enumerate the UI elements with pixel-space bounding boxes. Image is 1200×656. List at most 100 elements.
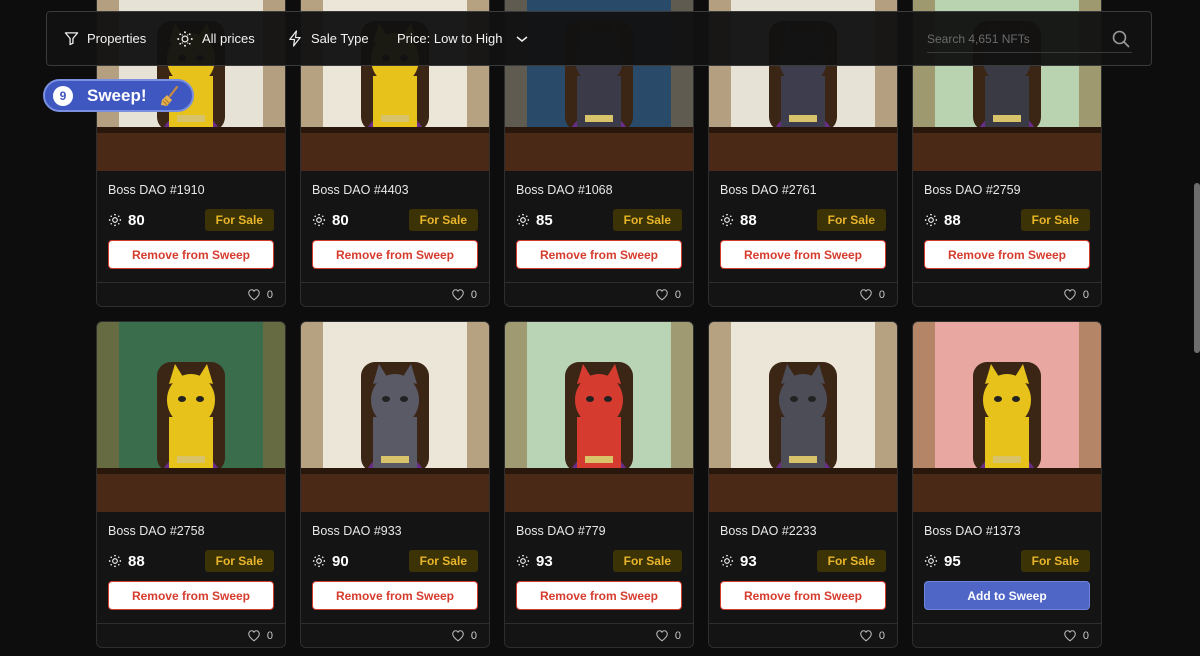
heart-icon[interactable] xyxy=(859,629,873,642)
sweep-button[interactable]: 9 Sweep! xyxy=(43,79,194,112)
add-to-sweep-button[interactable]: Add to Sweep xyxy=(924,581,1090,610)
price-row: 88 For Sale xyxy=(720,209,886,231)
remove-from-sweep-button[interactable]: Remove from Sweep xyxy=(924,240,1090,269)
nft-name[interactable]: Boss DAO #2761 xyxy=(720,183,897,199)
price-row: 85 For Sale xyxy=(516,209,682,231)
sort-dropdown[interactable]: Price: Low to High xyxy=(397,12,529,65)
remove-from-sweep-button[interactable]: Remove from Sweep xyxy=(312,581,478,610)
all-prices-filter[interactable]: All prices xyxy=(176,12,255,65)
nft-artwork xyxy=(301,322,489,512)
nft-image[interactable] xyxy=(505,322,693,512)
price-value: 88 xyxy=(128,552,145,570)
heart-icon[interactable] xyxy=(247,288,261,301)
heart-icon[interactable] xyxy=(655,288,669,301)
nft-card[interactable]: Boss DAO #1373 95 For Sale Add to Sweep … xyxy=(912,321,1102,648)
filter-bar: Properties All prices Sale Type Price: L… xyxy=(46,11,1152,66)
remove-from-sweep-button[interactable]: Remove from Sweep xyxy=(720,240,886,269)
remove-from-sweep-button[interactable]: Remove from Sweep xyxy=(516,581,682,610)
heart-icon[interactable] xyxy=(451,288,465,301)
nft-name[interactable]: Boss DAO #779 xyxy=(516,524,693,540)
nft-name[interactable]: Boss DAO #1373 xyxy=(924,524,1101,540)
nft-image[interactable] xyxy=(97,322,285,512)
sort-label: Price: Low to High xyxy=(397,31,503,46)
like-count: 0 xyxy=(470,288,477,301)
nft-name[interactable]: Boss DAO #2758 xyxy=(108,524,285,540)
heart-icon[interactable] xyxy=(1063,288,1077,301)
properties-filter[interactable]: Properties xyxy=(64,12,146,65)
card-footer: 0 xyxy=(301,623,489,647)
nft-grid: Boss DAO #1910 80 For Sale Remove from S… xyxy=(96,0,1102,648)
nft-name[interactable]: Boss DAO #4403 xyxy=(312,183,489,199)
properties-label: Properties xyxy=(87,31,147,46)
heart-icon[interactable] xyxy=(1063,629,1077,642)
ada-icon xyxy=(516,213,530,227)
heart-icon[interactable] xyxy=(859,288,873,301)
ada-icon xyxy=(312,554,326,568)
nft-card[interactable]: Boss DAO #2758 88 For Sale Remove from S… xyxy=(96,321,286,648)
nft-card[interactable]: Boss DAO #779 93 For Sale Remove from Sw… xyxy=(504,321,694,648)
sweep-label: Sweep! xyxy=(87,85,147,105)
nft-name[interactable]: Boss DAO #2759 xyxy=(924,183,1101,199)
like-count: 0 xyxy=(266,629,273,642)
ada-icon xyxy=(177,30,193,47)
price: 88 xyxy=(108,553,145,570)
like-count: 0 xyxy=(674,288,681,301)
price-row: 90 For Sale xyxy=(312,550,478,572)
nft-name[interactable]: Boss DAO #2233 xyxy=(720,524,897,540)
card-footer: 0 xyxy=(505,282,693,306)
heart-icon[interactable] xyxy=(655,629,669,642)
price-value: 93 xyxy=(536,552,553,570)
heart-icon[interactable] xyxy=(247,629,261,642)
chevron-down-icon xyxy=(516,35,527,42)
nft-name[interactable]: Boss DAO #933 xyxy=(312,524,489,540)
ada-icon xyxy=(720,213,734,227)
broom-icon xyxy=(160,85,178,106)
card-footer: 0 xyxy=(505,623,693,647)
nft-image[interactable] xyxy=(709,322,897,512)
like-count: 0 xyxy=(470,629,477,642)
ada-icon xyxy=(312,213,326,227)
price-row: 93 For Sale xyxy=(516,550,682,572)
search-input[interactable]: Search 4,651 NFTs xyxy=(927,28,1132,53)
like-count: 0 xyxy=(1082,288,1089,301)
remove-from-sweep-button[interactable]: Remove from Sweep xyxy=(108,240,274,269)
filter-icon xyxy=(64,32,79,46)
status-badge: For Sale xyxy=(408,209,478,231)
ada-icon xyxy=(720,554,734,568)
ada-icon xyxy=(516,554,530,568)
remove-from-sweep-button[interactable]: Remove from Sweep xyxy=(108,581,274,610)
price: 80 xyxy=(312,212,349,229)
price-row: 88 For Sale xyxy=(924,209,1090,231)
nft-card[interactable]: Boss DAO #2233 93 For Sale Remove from S… xyxy=(708,321,898,648)
ada-icon xyxy=(924,213,938,227)
status-badge: For Sale xyxy=(1020,209,1090,231)
sweep-count-badge: 9 xyxy=(53,85,73,106)
nft-name[interactable]: Boss DAO #1068 xyxy=(516,183,693,199)
price: 90 xyxy=(312,553,349,570)
price: 88 xyxy=(924,212,961,229)
status-badge: For Sale xyxy=(816,550,886,572)
nft-image[interactable] xyxy=(913,322,1101,512)
nft-image[interactable] xyxy=(301,322,489,512)
remove-from-sweep-button[interactable]: Remove from Sweep xyxy=(516,240,682,269)
nft-card[interactable]: Boss DAO #933 90 For Sale Remove from Sw… xyxy=(300,321,490,648)
scrollbar[interactable] xyxy=(1194,183,1200,353)
price: 88 xyxy=(720,212,757,229)
remove-from-sweep-button[interactable]: Remove from Sweep xyxy=(312,240,478,269)
nft-artwork xyxy=(913,322,1101,512)
price-row: 80 For Sale xyxy=(312,209,478,231)
sale-type-filter[interactable]: Sale Type xyxy=(287,12,369,65)
status-badge: For Sale xyxy=(204,209,274,231)
nft-name[interactable]: Boss DAO #1910 xyxy=(108,183,285,199)
price-row: 95 For Sale xyxy=(924,550,1090,572)
like-count: 0 xyxy=(878,629,885,642)
price: 93 xyxy=(720,553,757,570)
all-prices-label: All prices xyxy=(202,31,255,46)
price-value: 80 xyxy=(128,211,145,229)
search-icon[interactable] xyxy=(1111,29,1131,49)
ada-icon xyxy=(108,213,122,227)
price-value: 88 xyxy=(740,211,757,229)
card-footer: 0 xyxy=(709,623,897,647)
remove-from-sweep-button[interactable]: Remove from Sweep xyxy=(720,581,886,610)
heart-icon[interactable] xyxy=(451,629,465,642)
